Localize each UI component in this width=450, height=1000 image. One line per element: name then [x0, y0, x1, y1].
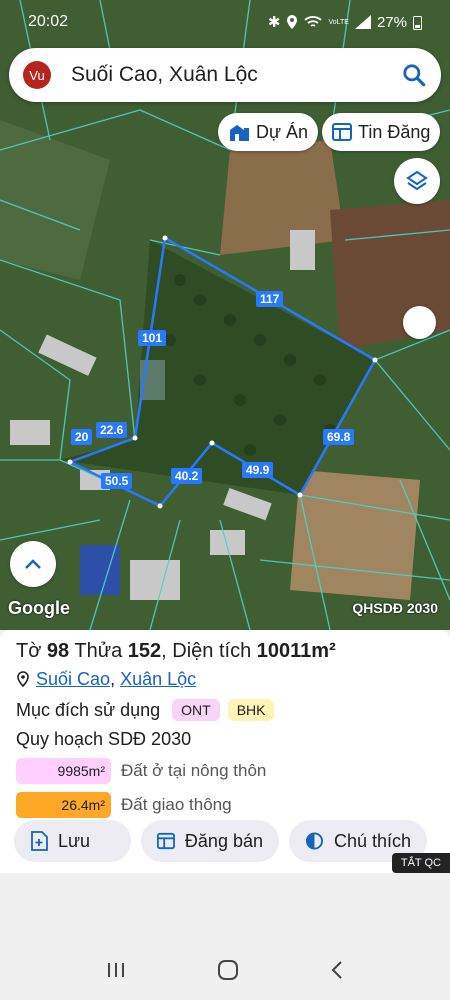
- edge-label: 50.5: [101, 473, 133, 489]
- post-label: Đăng bán: [184, 830, 263, 851]
- expand-button[interactable]: [10, 541, 56, 587]
- post-for-sale-button[interactable]: Đăng bán: [141, 820, 279, 862]
- recent-apps-icon[interactable]: [106, 961, 126, 979]
- screen: 117 101 22.6 20 50.5 40.2 49.9 69.8 20:0…: [0, 0, 450, 1000]
- wifi-icon: [304, 16, 323, 27]
- save-button[interactable]: Lưu: [14, 820, 131, 862]
- area-value: 10011m²: [256, 640, 336, 662]
- layers-button[interactable]: [394, 158, 440, 204]
- chip-du-an[interactable]: Dự Án: [218, 113, 319, 151]
- bluetooth-icon: ✱: [267, 14, 281, 31]
- purpose-badge: BHK: [227, 699, 275, 721]
- save-label: Lưu: [58, 830, 91, 851]
- purpose-row: Mục đích sử dụng ONT BHK: [16, 697, 434, 723]
- chip-label: Tin Đăng: [358, 121, 431, 142]
- location-separator: ,: [110, 668, 116, 689]
- battery-icon: [413, 15, 422, 30]
- edge-label: 117: [256, 291, 284, 307]
- avatar[interactable]: Vu: [23, 61, 51, 89]
- action-bar: Lưu Đăng bán Chú thích: [14, 820, 427, 862]
- legend-item: 26.4m² Đất giao thông: [16, 791, 434, 819]
- opacity-slider-handle[interactable]: [403, 306, 436, 339]
- sheet-label: Tờ: [16, 640, 42, 662]
- location-icon: [287, 15, 298, 29]
- edge-label: 40.2: [171, 468, 203, 484]
- legend-item: 9985m² Đất ở tại nông thôn: [16, 757, 434, 785]
- edge-label: 20: [71, 429, 93, 445]
- edge-label: 49.9: [242, 462, 274, 478]
- system-nav-bar: [0, 940, 450, 1000]
- legend-icon: [305, 832, 324, 850]
- legend-area: 26.4m²: [16, 792, 111, 818]
- parcel-label: Thửa: [74, 640, 123, 662]
- edge-label: 22.6: [96, 422, 128, 438]
- chip-label: Dự Án: [256, 121, 309, 142]
- search-bar[interactable]: Vu Suối Cao, Xuân Lộc: [9, 48, 441, 102]
- parcel-title: Tờ 98 Thửa 152, Diện tích 10011m²: [16, 640, 336, 662]
- status-bar: 20:02 ✱ VoLTE 27%: [0, 0, 450, 44]
- signal-icon: [354, 15, 371, 29]
- volte-label: VoLTE: [328, 18, 349, 26]
- layer-name: QHSDĐ 2030: [352, 600, 438, 616]
- area-label: Diện tích: [172, 640, 252, 662]
- status-icons: ✱ VoLTE 27%: [268, 13, 422, 31]
- chip-tin-dang[interactable]: Tin Đăng: [322, 113, 441, 151]
- edge-label: 69.8: [323, 429, 355, 445]
- edge-label: 101: [138, 330, 167, 346]
- sheet-number: 98: [46, 640, 70, 662]
- map-view[interactable]: 117 101 22.6 20 50.5 40.2 49.9 69.8 20:0…: [0, 0, 450, 630]
- listing-icon: [332, 123, 352, 141]
- layers-icon: [406, 170, 428, 191]
- district-link[interactable]: Xuân Lộc: [120, 669, 196, 689]
- search-icon[interactable]: [401, 62, 427, 88]
- chevron-up-icon: [25, 559, 41, 569]
- legend-name: Đất giao thông: [121, 795, 232, 814]
- purpose-badge: ONT: [172, 699, 220, 721]
- purpose-label: Mục đích sử dụng: [16, 699, 161, 720]
- parcel-number: 152: [127, 640, 162, 662]
- parcel-info-panel: Tờ 98 Thửa 152, Diện tích 10011m² Suối C…: [0, 630, 450, 873]
- hide-ads-button[interactable]: TẮT QC: [391, 853, 450, 873]
- legend-area: 9985m²: [16, 758, 111, 784]
- back-icon[interactable]: [330, 960, 344, 980]
- legend-label: Chú thích: [333, 830, 411, 851]
- search-input[interactable]: Suối Cao, Xuân Lộc: [71, 63, 258, 87]
- building-icon: [230, 125, 249, 141]
- location-pin-icon: [17, 671, 29, 687]
- battery-level: 27%: [376, 13, 407, 31]
- save-icon: [31, 831, 48, 851]
- commune-link[interactable]: Suối Cao: [36, 669, 110, 689]
- post-icon: [157, 832, 175, 850]
- google-logo: Google: [8, 598, 70, 618]
- legend-name: Đất ở tại nông thôn: [121, 761, 267, 780]
- plan-label: Quy hoạch SDĐ 2030: [16, 729, 192, 749]
- clock: 20:02: [28, 13, 69, 30]
- location-row: Suối Cao, Xuân Lộc: [16, 667, 434, 691]
- home-icon[interactable]: [217, 959, 239, 981]
